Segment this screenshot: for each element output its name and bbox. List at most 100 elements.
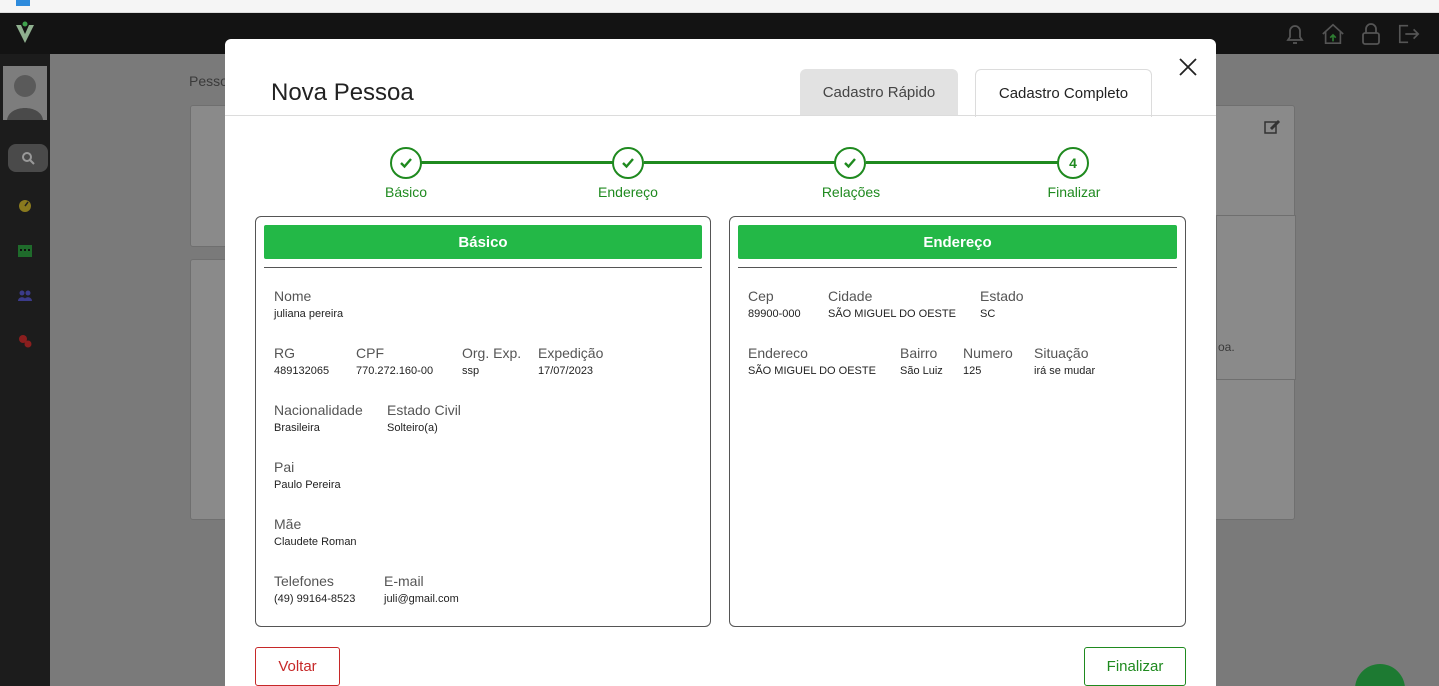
field-label: Cep [748, 288, 774, 304]
field-cep: Cep 89900-000 [748, 288, 801, 320]
finish-button[interactable]: Finalizar [1084, 647, 1186, 686]
close-modal-button[interactable] [1176, 55, 1200, 79]
field-label: Endereco [748, 345, 808, 361]
field-label: Estado [980, 288, 1024, 304]
new-person-modal: Nova Pessoa Cadastro Rápido Cadastro Com… [225, 39, 1216, 686]
lock-icon[interactable] [1359, 22, 1383, 46]
field-label: RG [274, 345, 295, 361]
browser-strip [0, 0, 1439, 13]
field-value: ssp [462, 365, 480, 377]
tab-cadastro-completo[interactable]: Cadastro Completo [975, 69, 1152, 117]
users-icon [18, 290, 32, 301]
stepper-connector [421, 161, 615, 164]
calendar-icon [18, 245, 32, 257]
endereco-panel-header: Endereço [738, 225, 1177, 259]
field-cidade: Cidade SÃO MIGUEL DO OESTE [828, 288, 956, 320]
step-label-basico: Básico [384, 184, 428, 200]
browser-tab-icon [16, 0, 30, 6]
step-endereco-check[interactable] [612, 147, 644, 179]
field-value: SC [980, 308, 996, 320]
field-value: Solteiro(a) [387, 422, 438, 434]
app-logo-icon[interactable] [14, 21, 36, 52]
field-label: Expedição [538, 345, 604, 361]
step-label-relacoes: Relações [821, 184, 881, 200]
basico-summary-panel: Básico Nome juliana pereira RG 489132065… [255, 216, 711, 627]
field-label: Numero [963, 345, 1013, 361]
header-divider [225, 115, 1216, 116]
field-label: Org. Exp. [462, 345, 522, 361]
endereco-summary-panel: Endereço Cep 89900-000 Cidade SÃO MIGUEL… [729, 216, 1186, 627]
app-sidebar [0, 54, 50, 686]
field-nacionalidade: Nacionalidade Brasileira [274, 402, 363, 434]
edit-icon[interactable] [1263, 118, 1281, 136]
field-org-exp: Org. Exp. ssp [462, 345, 521, 377]
panel-divider [738, 267, 1177, 268]
check-icon [400, 158, 412, 169]
field-label: Telefones [274, 573, 334, 589]
background-breadcrumb: Pesso [189, 73, 228, 89]
tab-cadastro-rapido[interactable]: Cadastro Rápido [800, 69, 958, 116]
stepper-connector [644, 161, 837, 164]
field-label: Nacionalidade [274, 402, 363, 418]
field-value: (49) 99164-8523 [274, 593, 356, 605]
close-icon [1179, 58, 1197, 76]
field-label: Cidade [828, 288, 873, 304]
step-relacoes-check[interactable] [834, 147, 866, 179]
sidebar-item-dashboard[interactable] [17, 197, 33, 213]
field-value: juli@gmail.com [384, 593, 459, 605]
field-label: Situação [1034, 345, 1089, 361]
field-mae: Mãe Claudete Roman [274, 516, 357, 548]
field-label: Estado Civil [387, 402, 461, 418]
dashboard-icon [19, 200, 31, 212]
field-value: Claudete Roman [274, 536, 357, 548]
field-expedicao: Expedição 17/07/2023 [538, 345, 603, 377]
field-endereco: Endereco SÃO MIGUEL DO OESTE [748, 345, 876, 377]
field-numero: Numero 125 [963, 345, 1013, 377]
background-card [1216, 215, 1296, 380]
stepper-connector [866, 161, 1059, 164]
field-value: irá se mudar [1034, 365, 1096, 377]
sidebar-item-settings[interactable] [17, 333, 33, 349]
field-label: E-mail [384, 573, 424, 589]
field-estado: Estado SC [980, 288, 1024, 320]
bell-icon[interactable] [1283, 22, 1307, 46]
modal-title: Nova Pessoa [271, 79, 414, 106]
field-email: E-mail juli@gmail.com [384, 573, 459, 605]
sidebar-search-button[interactable] [8, 144, 48, 172]
field-nome: Nome juliana pereira [274, 288, 343, 320]
back-button[interactable]: Voltar [255, 647, 340, 686]
field-value: juliana pereira [274, 308, 344, 320]
step-finalizar-number[interactable]: 4 [1057, 147, 1089, 179]
field-value: 125 [963, 365, 982, 377]
logout-icon[interactable] [1397, 22, 1421, 46]
field-label: CPF [356, 345, 384, 361]
field-situacao: Situação irá se mudar [1034, 345, 1095, 377]
field-pai: Pai Paulo Pereira [274, 459, 341, 491]
field-rg: RG 489132065 [274, 345, 329, 377]
field-bairro: Bairro São Luiz [900, 345, 943, 377]
home-icon[interactable] [1321, 22, 1345, 46]
field-cpf: CPF 770.272.160-00 [356, 345, 433, 377]
field-value: SÃO MIGUEL DO OESTE [828, 308, 956, 320]
field-telefones: Telefones (49) 99164-8523 [274, 573, 355, 605]
gears-icon [19, 335, 32, 348]
sidebar-item-people[interactable] [17, 287, 33, 303]
sidebar-item-calendar[interactable] [17, 242, 33, 258]
field-value: 489132065 [274, 365, 330, 377]
check-icon [622, 158, 634, 169]
field-value: 17/07/2023 [538, 365, 594, 377]
field-label: Nome [274, 288, 312, 304]
user-avatar[interactable] [3, 66, 47, 120]
field-value: Paulo Pereira [274, 479, 341, 491]
field-estado-civil: Estado Civil Solteiro(a) [387, 402, 461, 434]
field-value: SÃO MIGUEL DO OESTE [748, 365, 876, 377]
field-value: Brasileira [274, 422, 320, 434]
field-value: São Luiz [900, 365, 943, 377]
check-icon [844, 158, 856, 169]
field-label: Pai [274, 459, 295, 475]
field-value: 89900-000 [748, 308, 801, 320]
panel-divider [264, 267, 702, 268]
step-label-endereco: Endereço [598, 184, 658, 200]
step-basico-check[interactable] [390, 147, 422, 179]
field-label: Mãe [274, 516, 302, 532]
